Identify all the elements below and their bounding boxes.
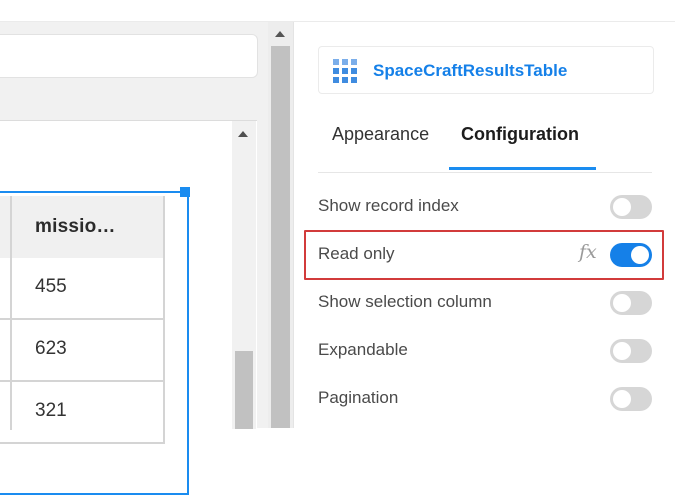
canvas-scroll-thumb[interactable]: [271, 46, 290, 428]
property-label: Expandable: [318, 340, 408, 359]
table-cell: 321: [35, 400, 67, 421]
property-tabs: Appearance Configuration: [318, 112, 652, 173]
column-divider: [10, 196, 12, 430]
property-label: Show record index: [318, 196, 459, 215]
table-scroll-thumb[interactable]: [235, 351, 253, 429]
canvas-input-widget[interactable]: [0, 34, 258, 78]
scroll-up-arrow-icon[interactable]: [238, 131, 248, 137]
tab-configuration[interactable]: Configuration: [461, 124, 579, 145]
results-table[interactable]: missio… 455 623 321: [0, 196, 165, 444]
editor-canvas: missio… 455 623 321: [0, 22, 293, 495]
table-cell: 455: [35, 276, 67, 297]
table-row[interactable]: 623: [0, 320, 165, 382]
widget-name[interactable]: SpaceCraftResultsTable: [373, 61, 567, 81]
show-selection-column-toggle[interactable]: [610, 291, 652, 315]
read-only-toggle[interactable]: [610, 243, 652, 267]
column-header-mission[interactable]: missio…: [35, 216, 116, 238]
scroll-up-arrow-icon[interactable]: [275, 31, 285, 37]
pagination-toggle[interactable]: [610, 387, 652, 411]
active-tab-indicator: [449, 167, 596, 170]
property-pagination: Pagination: [318, 382, 652, 416]
toggle-knob: [631, 246, 649, 264]
table-grid-icon: [333, 59, 357, 83]
fx-icon[interactable]: fx: [579, 241, 597, 263]
property-show-record-index: Show record index: [318, 190, 652, 224]
show-record-index-toggle[interactable]: [610, 195, 652, 219]
property-label: Read only: [318, 244, 395, 263]
table-header[interactable]: missio…: [0, 196, 165, 260]
toggle-knob: [613, 390, 631, 408]
table-row[interactable]: 321: [0, 382, 165, 444]
table-row[interactable]: 455: [0, 258, 165, 320]
table-scrollbar[interactable]: [232, 121, 256, 429]
property-show-selection-column: Show selection column: [318, 286, 652, 320]
tab-appearance[interactable]: Appearance: [332, 124, 429, 145]
property-label: Show selection column: [318, 292, 492, 311]
canvas-scrollbar[interactable]: [268, 22, 293, 428]
toggle-knob: [613, 342, 631, 360]
toggle-knob: [613, 294, 631, 312]
resize-handle[interactable]: [180, 187, 190, 197]
property-label: Pagination: [318, 388, 399, 407]
table-cell: 623: [35, 338, 67, 359]
expandable-toggle[interactable]: [610, 339, 652, 363]
property-expandable: Expandable: [318, 334, 652, 368]
table-widget-area: missio… 455 623 321: [0, 120, 257, 495]
property-pane: SpaceCraftResultsTable Appearance Config…: [293, 22, 675, 428]
toggle-knob: [613, 198, 631, 216]
top-strip: [0, 0, 675, 22]
widget-name-chip[interactable]: SpaceCraftResultsTable: [318, 46, 654, 94]
property-read-only: Read only fx: [318, 238, 652, 272]
